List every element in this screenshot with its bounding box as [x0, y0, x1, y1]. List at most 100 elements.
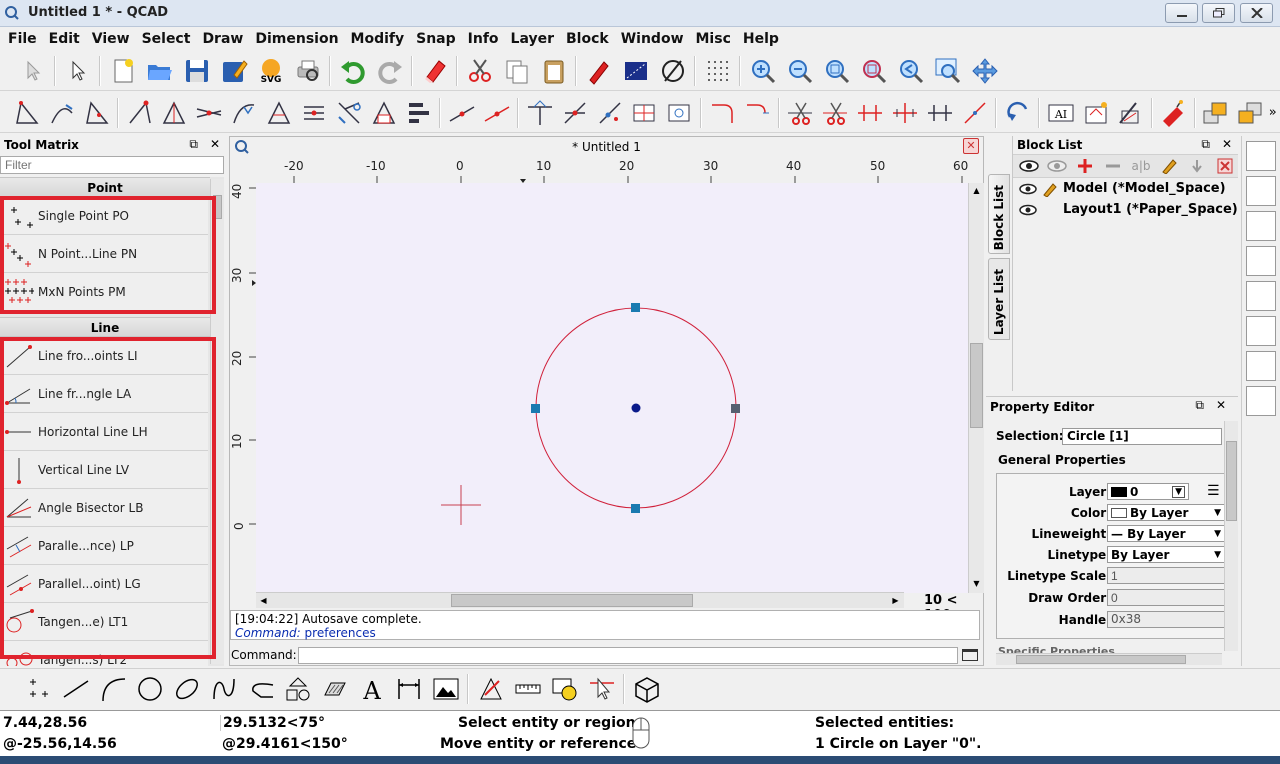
show-all-blocks-icon[interactable]	[1017, 156, 1041, 176]
restrict-7-button[interactable]	[664, 97, 694, 129]
save-as-button[interactable]	[218, 55, 250, 87]
menu-layer[interactable]: Layer	[505, 27, 560, 51]
snap-tool-1-button[interactable]	[12, 97, 42, 129]
block-item-model[interactable]: Model (*Model_Space)	[1013, 178, 1238, 199]
paste-button[interactable]	[538, 55, 570, 87]
rotate-button[interactable]	[1003, 97, 1033, 129]
draw-splines-button[interactable]	[208, 673, 240, 705]
close-document-icon[interactable]: ✕	[963, 138, 979, 154]
properties-toolbar-icon[interactable]	[1246, 316, 1276, 346]
restore-button[interactable]	[1202, 3, 1235, 23]
print-preview-button[interactable]	[292, 55, 324, 87]
selection-combo[interactable]: Circle [1]	[1062, 428, 1222, 445]
remove-block-icon[interactable]	[1101, 156, 1125, 176]
copy-button[interactable]	[501, 55, 533, 87]
hatch-pencil-button[interactable]	[1116, 97, 1146, 129]
document-tab[interactable]: * Untitled 1 ✕	[230, 137, 983, 157]
restrict-1-button[interactable]	[447, 97, 477, 129]
zoom-out-button[interactable]	[784, 55, 816, 87]
zoom-previous-button[interactable]	[895, 55, 927, 87]
dimension-button[interactable]	[393, 673, 425, 705]
float-panel-icon[interactable]: ⧉	[189, 137, 198, 152]
restrict-3-button[interactable]	[525, 97, 555, 129]
menu-dimension[interactable]: Dimension	[249, 27, 344, 51]
linetype-scale-input[interactable]	[1107, 567, 1225, 584]
snap-tool-6-button[interactable]	[194, 97, 224, 129]
export-svg-button[interactable]: SVG	[255, 55, 287, 87]
float-panel-icon[interactable]: ⧉	[1195, 398, 1204, 413]
scroll-right-icon[interactable]: ▶	[888, 593, 903, 608]
text-button[interactable]: AI	[1046, 97, 1076, 129]
close-button[interactable]	[1240, 3, 1273, 23]
menu-file[interactable]: File	[2, 27, 43, 51]
tool-parallel-point[interactable]: Parallel...oint) LG	[0, 565, 208, 603]
modify-button[interactable]	[475, 673, 507, 705]
tab-layer-list[interactable]: Layer List	[988, 258, 1010, 340]
auto-zoom-button[interactable]	[821, 55, 853, 87]
canvas-vertical-scrollbar[interactable]: ▲ ▼	[968, 183, 984, 593]
eye-visible-icon[interactable]	[1019, 204, 1037, 216]
delete-block-icon[interactable]	[1213, 156, 1237, 176]
close-panel-icon[interactable]: ✕	[1216, 398, 1226, 413]
3d-view-button[interactable]	[631, 673, 663, 705]
snap-tool-4-button[interactable]	[125, 97, 155, 129]
snap-arc-1-button[interactable]	[707, 97, 737, 129]
no-preview-button[interactable]	[657, 55, 689, 87]
rename-block-icon[interactable]: a|b	[1129, 156, 1153, 176]
tool-horizontal-line[interactable]: Horizontal Line LH	[0, 413, 208, 451]
bring-to-front-button[interactable]	[1201, 97, 1231, 129]
tool-angle-bisector[interactable]: Angle Bisector LB	[0, 489, 208, 527]
lineweight-combo[interactable]: — By Layer ▼	[1107, 525, 1225, 542]
lengthen-button[interactable]	[855, 97, 885, 129]
command-history-icon[interactable]	[962, 649, 978, 661]
trim-1-button[interactable]	[785, 97, 815, 129]
menu-window[interactable]: Window	[615, 27, 690, 51]
grip-left[interactable]	[531, 404, 540, 413]
property-editor-hscrollbar[interactable]	[996, 653, 1222, 665]
menu-misc[interactable]: Misc	[690, 27, 737, 51]
grip-center[interactable]	[631, 403, 641, 413]
image-button[interactable]	[430, 673, 462, 705]
redo-button[interactable]	[374, 55, 406, 87]
menu-modify[interactable]: Modify	[345, 27, 411, 51]
hide-all-blocks-icon[interactable]	[1045, 156, 1069, 176]
pan-button[interactable]	[969, 55, 1001, 87]
grid-toggle-button[interactable]	[702, 55, 734, 87]
scrollbar-thumb[interactable]	[451, 594, 693, 607]
snap-tool-2-button[interactable]	[47, 97, 77, 129]
draw-polylines-button[interactable]	[245, 673, 277, 705]
insert-block-icon[interactable]	[1185, 156, 1209, 176]
float-panel-icon[interactable]: ⧉	[1201, 137, 1210, 152]
category-line[interactable]: Line	[0, 317, 210, 337]
tool-vertical-line[interactable]: Vertical Line LV	[0, 451, 208, 489]
zoom-in-button[interactable]	[747, 55, 779, 87]
clipboard-toolbar-icon[interactable]	[1246, 386, 1276, 416]
tool-mxn-points[interactable]: MxN Points PM	[0, 273, 208, 311]
pen-toolbar-icon[interactable]	[1246, 141, 1276, 171]
measure-button[interactable]	[512, 673, 544, 705]
draw-ellipses-button[interactable]	[171, 673, 203, 705]
menu-draw[interactable]: Draw	[196, 27, 249, 51]
tool-n-point-line[interactable]: N Point...Line PN	[0, 235, 208, 273]
tab-block-list[interactable]: Block List	[988, 174, 1010, 254]
trim-2-button[interactable]	[820, 97, 850, 129]
tool-line-from-angle[interactable]: Line fr...ngle LA	[0, 375, 208, 413]
snap-tool-5-button[interactable]	[160, 97, 190, 129]
break-out-button[interactable]	[925, 97, 955, 129]
menu-block[interactable]: Block	[560, 27, 615, 51]
block-attribute-button[interactable]	[1081, 97, 1111, 129]
scroll-down-icon[interactable]: ▼	[969, 576, 984, 591]
drawing-canvas[interactable]	[256, 183, 968, 593]
drawing-preferences-button[interactable]	[620, 55, 652, 87]
scroll-left-icon[interactable]: ◀	[256, 593, 271, 608]
tool-matrix-scrollbar[interactable]	[210, 179, 224, 664]
property-editor-scrollbar[interactable]	[1224, 421, 1238, 651]
tool-parallel-distance[interactable]: Paralle...nce) LP	[0, 527, 208, 565]
grip-top[interactable]	[631, 303, 640, 312]
scrollbar-thumb[interactable]	[1226, 441, 1237, 521]
snap-tool-10-button[interactable]	[334, 97, 364, 129]
tool-single-point[interactable]: Single Point PO	[0, 197, 208, 235]
layer-list-icon[interactable]: ☰	[1207, 483, 1220, 499]
snap-tool-7-button[interactable]	[229, 97, 259, 129]
send-to-back-button[interactable]	[1236, 97, 1266, 129]
